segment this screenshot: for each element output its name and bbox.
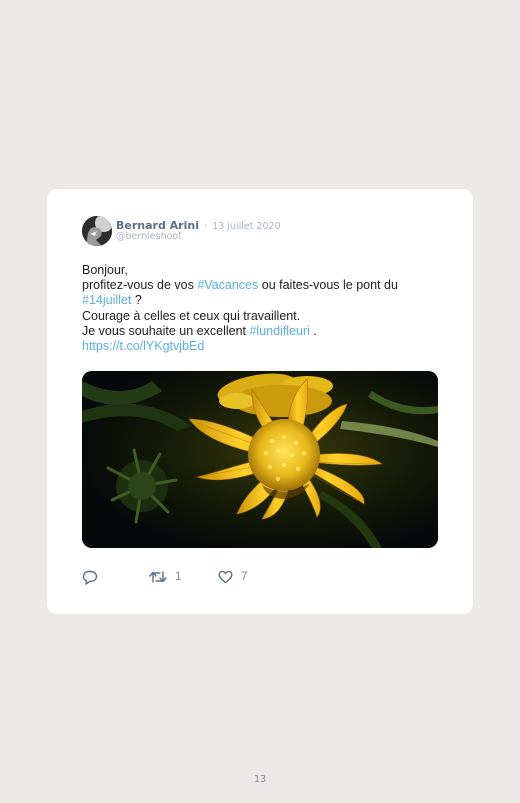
retweet-icon <box>149 571 167 583</box>
url-link[interactable]: https://t.co/lYKgtvjbEd <box>82 339 204 353</box>
retweet-count: 1 <box>175 571 182 583</box>
flower-photo-image <box>82 371 438 548</box>
tweet-line: #14juillet ? <box>82 293 142 308</box>
hashtag-link[interactable]: #14juillet <box>82 293 131 307</box>
tweet-photo[interactable] <box>82 371 438 548</box>
meta-separator: · <box>204 221 208 232</box>
tweet-date[interactable]: 13 juillet 2020 <box>212 221 280 232</box>
like-count: 7 <box>241 571 248 583</box>
tweet-line: profitez-vous de vos #Vacances ou faites… <box>82 278 398 293</box>
retweet-button[interactable]: 1 <box>149 569 181 585</box>
avatar[interactable] <box>82 216 112 246</box>
tweet-line: https://t.co/lYKgtvjbEd <box>82 339 442 354</box>
avatar-image <box>82 216 112 246</box>
tweet-line: Bonjour, <box>82 263 128 277</box>
heart-icon <box>218 570 233 584</box>
like-button[interactable]: 7 <box>218 569 247 585</box>
tweet-card[interactable]: Bernard Arini · 13 juillet 2020 @bernies… <box>47 189 473 614</box>
page-number: 13 <box>253 774 267 785</box>
tweet-line: Courage à celles et ceux qui travaillent… <box>82 308 301 323</box>
reply-icon <box>82 570 98 585</box>
author-handle[interactable]: @bernieshoot <box>116 231 182 242</box>
hashtag-link[interactable]: #lundifleuri <box>249 324 309 338</box>
reply-button[interactable] <box>82 569 98 585</box>
tweet-line: Je vous souhaite un excellent #lundifleu… <box>82 323 317 338</box>
hashtag-link[interactable]: #Vacances <box>197 278 258 292</box>
tweet-actions: 1 7 <box>82 569 282 585</box>
tweet-text: Bonjour, profitez-vous de vos #Vacances … <box>82 263 442 354</box>
